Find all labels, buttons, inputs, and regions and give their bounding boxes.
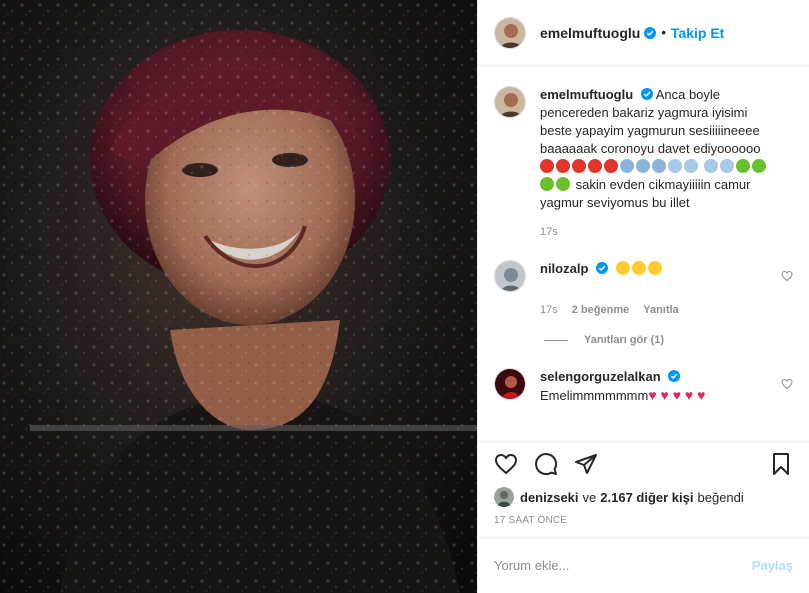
nauseated-face-emoji [540,177,554,191]
comment-like-heart-icon[interactable] [781,270,793,282]
hugging-face-emoji [631,261,646,275]
heart-icon[interactable] [494,452,518,476]
comment-text-block: selengorguzelalkan Emelimmmmmmm♥ ♥ ♥ ♥ ♥ [540,368,780,405]
comment-like-count[interactable]: 2 beğenme [572,304,629,316]
caption-text-tail: sakin evden cikmayiiiiin camur yagmur se… [540,177,751,210]
comment-row: selengorguzelalkan Emelimmmmmmm♥ ♥ ♥ ♥ ♥ [494,368,793,405]
commenter-username[interactable]: nilozalp [540,261,588,276]
commenter-username[interactable]: selengorguzelalkan [540,369,661,384]
post-photo[interactable] [0,0,477,593]
hugging-face-emoji [647,261,662,275]
red-heart-emoji: ♥ [693,387,706,403]
angry-face-emoji [604,159,618,173]
comment-row: nilozalp [494,260,793,292]
verified-badge-icon [644,26,657,39]
post-comment-button[interactable]: Paylaş [752,558,793,573]
author-username[interactable]: emelmuftuoglu [540,25,640,41]
angry-face-emoji [588,159,602,173]
red-heart-emoji: ♥ [668,387,682,403]
liker-username[interactable]: denizseki [520,490,579,505]
comment-text-block: nilozalp [540,260,780,278]
verified-badge-icon [668,370,681,382]
nauseated-face-emoji [751,159,766,173]
post-dialog: emelmuftuoglu • Takip Et emelmuftuoglu A… [0,0,809,593]
comment-like-heart-icon[interactable] [781,378,793,390]
fearful-face-emoji [620,159,634,173]
caption-time: 17s [540,226,558,238]
hugging-face-emoji [615,261,630,275]
caption-author-avatar[interactable] [494,86,526,118]
replies-line [544,339,568,341]
post-side-panel: emelmuftuoglu • Takip Et emelmuftuoglu A… [477,0,809,593]
liker-avatar[interactable] [494,487,514,507]
post-time-ago[interactable]: 17 SAAT ÖNCE [478,509,809,537]
speech-bubble-icon[interactable] [534,452,558,476]
view-replies-label: Yanıtları gör (1) [584,334,665,346]
comments-list[interactable]: emelmuftuoglu Anca boyle pencereden baka… [478,66,809,441]
caption-meta: 17s [540,226,793,238]
caption-username[interactable]: emelmuftuoglu [540,87,633,102]
comment-time: 17s [540,304,558,316]
comment-meta: 17s 2 beğenme Yanıtla [540,304,793,316]
red-heart-emoji: ♥ [681,387,694,403]
angry-face-emoji [540,159,554,173]
cold-face-emoji [703,159,718,173]
caption-row: emelmuftuoglu Anca boyle pencereden baka… [494,86,793,212]
red-heart-emoji: ♥ [656,387,669,403]
post-header: emelmuftuoglu • Takip Et [478,0,809,66]
fearful-face-emoji [652,159,666,173]
angry-face-emoji [572,159,586,173]
reply-button[interactable]: Yanıtla [643,304,678,316]
caption-text-block: emelmuftuoglu Anca boyle pencereden baka… [540,86,780,212]
angry-face-emoji [556,159,570,173]
likes-suffix: beğendi [697,489,744,505]
verified-badge-icon [596,262,609,274]
post-actions-bar [478,441,809,485]
cold-face-emoji [684,159,698,173]
commenter-avatar[interactable] [494,368,526,400]
verified-badge-icon [640,88,653,100]
author-avatar[interactable] [494,16,526,49]
likes-summary: denizseki ve 2.167 diğer kişi beğendi [478,485,809,509]
follow-button[interactable]: Takip Et [671,25,724,41]
nauseated-face-emoji [735,159,750,173]
bookmark-icon[interactable] [769,452,793,476]
commenter-avatar[interactable] [494,260,526,292]
comment-text: Emelimmmmmmm [540,388,649,403]
red-heart-emoji: ♥ [648,387,657,403]
separator-dot: • [661,25,666,40]
view-replies-button[interactable]: Yanıtları gör (1) [544,334,793,346]
add-comment-bar: Paylaş [478,537,809,593]
cold-face-emoji [719,159,734,173]
likes-connector: ve [582,489,597,505]
nauseated-face-emoji [556,177,570,191]
fearful-face-emoji [636,159,650,173]
paper-plane-icon[interactable] [574,452,598,476]
rainy-window-portrait-image [0,0,477,593]
cold-face-emoji [668,159,682,173]
comment-input[interactable] [494,558,752,573]
likes-count[interactable]: 2.167 diğer kişi [600,490,693,505]
